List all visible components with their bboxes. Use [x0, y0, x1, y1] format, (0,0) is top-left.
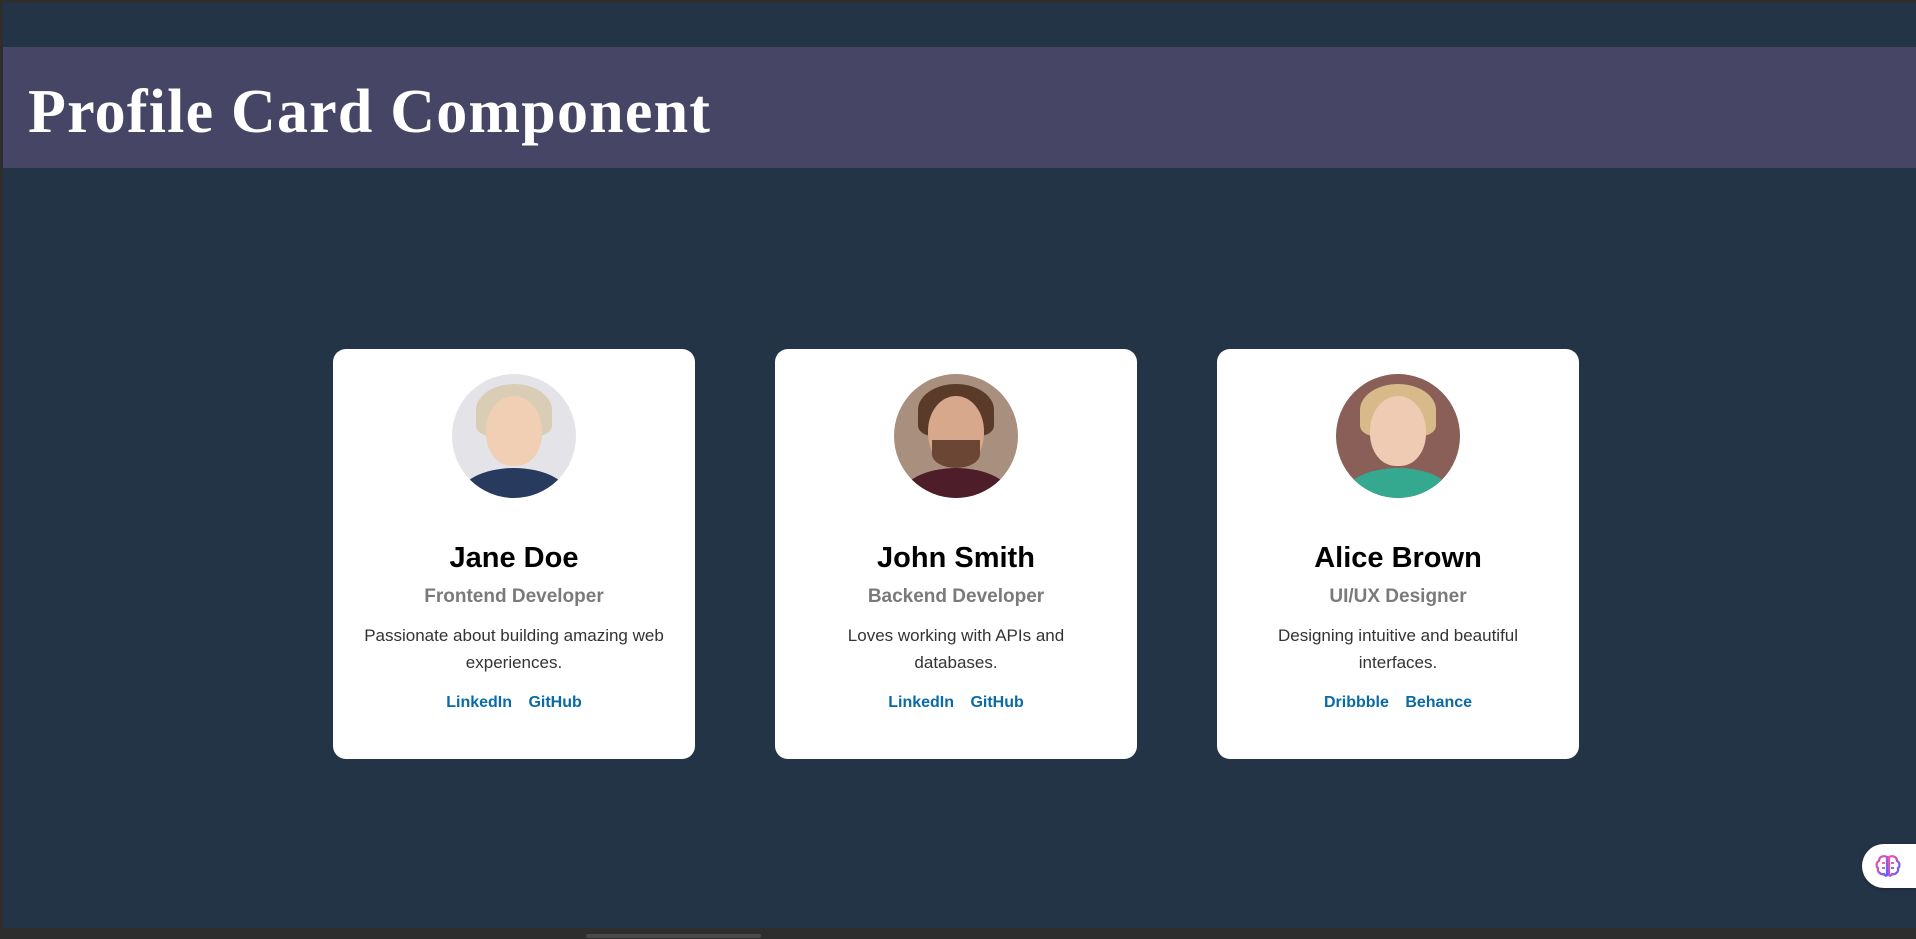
profile-card: Alice Brown UI/UX Designer Designing int… — [1217, 349, 1579, 759]
bottom-scrollbar[interactable] — [0, 928, 1916, 939]
profile-cards-container: Jane Doe Frontend Developer Passionate a… — [333, 349, 1579, 759]
page-header: Profile Card Component — [3, 47, 1916, 168]
brain-icon — [1875, 855, 1901, 877]
profile-bio: Passionate about building amazing web ex… — [364, 626, 664, 672]
profile-card: John Smith Backend Developer Loves worki… — [775, 349, 1137, 759]
assistant-button[interactable] — [1862, 844, 1916, 888]
avatar — [1336, 374, 1460, 498]
profile-name: Alice Brown — [1314, 542, 1482, 574]
profile-links: LinkedIn GitHub — [333, 693, 695, 713]
profile-role: Frontend Developer — [424, 586, 604, 607]
page-viewport: Profile Card Component Jane Doe Frontend… — [3, 3, 1916, 928]
avatar — [452, 374, 576, 498]
profile-bio: Designing intuitive and beautiful interf… — [1277, 626, 1519, 672]
github-link[interactable]: GitHub — [970, 694, 1023, 711]
profile-card: Jane Doe Frontend Developer Passionate a… — [333, 349, 695, 759]
dribbble-link[interactable]: Dribbble — [1324, 694, 1389, 711]
profile-links: LinkedIn GitHub — [775, 693, 1137, 713]
linkedin-link[interactable]: LinkedIn — [888, 694, 954, 711]
github-link[interactable]: GitHub — [528, 694, 581, 711]
profile-links: Dribbble Behance — [1217, 693, 1579, 713]
profile-role: UI/UX Designer — [1329, 586, 1467, 607]
avatar — [894, 374, 1018, 498]
linkedin-link[interactable]: LinkedIn — [446, 694, 512, 711]
profile-bio: Loves working with APIs and databases. — [847, 626, 1065, 672]
behance-link[interactable]: Behance — [1405, 694, 1472, 711]
profile-name: Jane Doe — [449, 542, 579, 574]
scrollbar-thumb[interactable] — [586, 934, 761, 938]
page-title: Profile Card Component — [28, 78, 712, 146]
profile-role: Backend Developer — [867, 586, 1045, 607]
profile-name: John Smith — [877, 542, 1035, 574]
